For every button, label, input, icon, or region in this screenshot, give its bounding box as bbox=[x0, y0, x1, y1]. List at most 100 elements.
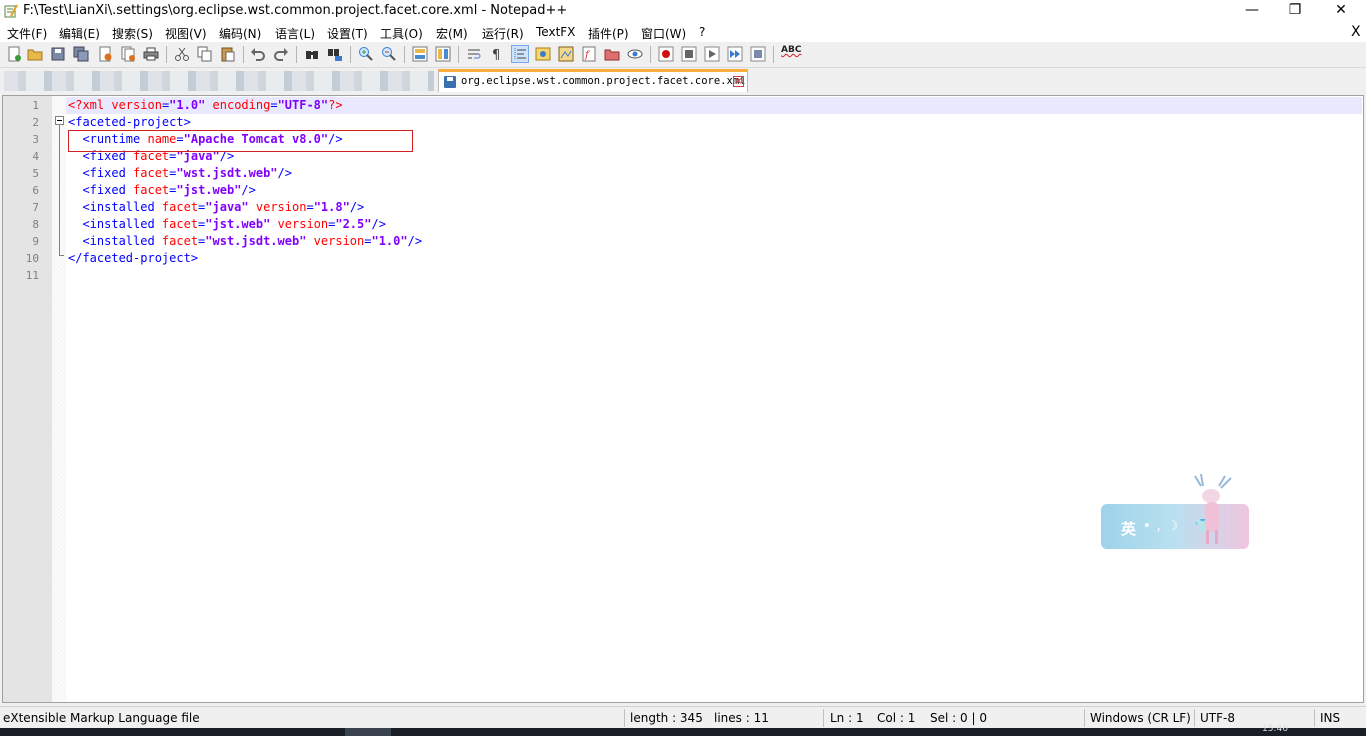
status-selection: Sel : 0 | 0 bbox=[930, 711, 987, 725]
sync-horizontal-icon[interactable] bbox=[435, 46, 451, 62]
code-line[interactable]: <installed facet="jst.web" version="2.5"… bbox=[68, 216, 386, 233]
fold-line bbox=[59, 125, 60, 255]
status-column: Col : 1 bbox=[877, 711, 916, 725]
minimize-button[interactable]: — bbox=[1229, 0, 1275, 22]
function-list-icon[interactable]: f bbox=[581, 46, 597, 62]
menu-encoding[interactable]: 编码(N) bbox=[219, 25, 261, 42]
save-icon[interactable] bbox=[50, 46, 66, 62]
close-document-button[interactable]: X bbox=[1351, 24, 1361, 40]
status-length: length : 345 bbox=[630, 711, 703, 725]
sync-vertical-icon[interactable] bbox=[412, 46, 428, 62]
code-token: facet bbox=[133, 166, 170, 180]
word-wrap-icon[interactable] bbox=[466, 46, 482, 62]
fold-end bbox=[59, 255, 64, 256]
menu-language[interactable]: 语言(L) bbox=[275, 25, 315, 42]
code-line[interactable]: </faceted-project> bbox=[68, 250, 198, 267]
ime-mode-label[interactable]: 英 bbox=[1121, 518, 1136, 539]
code-token: "1.0" bbox=[169, 98, 206, 112]
code-token: facet bbox=[161, 234, 199, 248]
find-icon[interactable] bbox=[304, 46, 320, 62]
toolbar-separator bbox=[650, 46, 651, 63]
blurred-tabs[interactable] bbox=[4, 71, 434, 91]
record-macro-icon[interactable] bbox=[658, 46, 674, 62]
code-line[interactable]: <fixed facet="wst.jsdt.web"/> bbox=[68, 165, 292, 182]
cut-icon[interactable] bbox=[174, 46, 190, 62]
ime-status-widget[interactable]: 英 •,☽ 👕 bbox=[1101, 473, 1249, 549]
restore-button[interactable]: ❐ bbox=[1272, 0, 1318, 22]
toolbar-separator bbox=[458, 46, 459, 63]
tab-active-file[interactable]: org.eclipse.wst.common.project.facet.cor… bbox=[438, 69, 748, 92]
line-number: 5 bbox=[32, 167, 39, 180]
code-token: facet bbox=[161, 200, 199, 214]
code-token: <installed bbox=[68, 200, 162, 214]
toolbar-separator bbox=[350, 46, 351, 63]
user-defined-language-icon[interactable] bbox=[535, 46, 551, 62]
status-encoding[interactable]: UTF-8 bbox=[1200, 711, 1235, 725]
save-macro-icon[interactable] bbox=[750, 46, 766, 62]
print-icon[interactable] bbox=[143, 46, 159, 62]
status-eol-format[interactable]: Windows (CR LF) bbox=[1090, 711, 1191, 725]
show-all-characters-icon[interactable]: ¶ bbox=[489, 46, 505, 62]
toolbar: ¶ f ABC bbox=[0, 42, 1366, 68]
paste-icon[interactable] bbox=[220, 46, 236, 62]
line-number: 2 bbox=[32, 116, 39, 129]
code-token: <installed bbox=[68, 217, 162, 231]
menu-textfx[interactable]: TextFX bbox=[536, 25, 575, 39]
close-file-icon[interactable] bbox=[97, 46, 113, 62]
menu-help[interactable]: ? bbox=[699, 25, 705, 39]
code-token: /> bbox=[277, 166, 292, 180]
tab-label: org.eclipse.wst.common.project.facet.cor… bbox=[461, 75, 746, 87]
zoom-out-icon[interactable] bbox=[381, 46, 397, 62]
replace-icon[interactable] bbox=[327, 46, 343, 62]
menu-tools[interactable]: 工具(O) bbox=[380, 25, 423, 42]
line-number: 8 bbox=[32, 218, 39, 231]
menu-edit[interactable]: 编辑(E) bbox=[59, 25, 100, 42]
tab-close-icon[interactable]: × bbox=[733, 76, 744, 87]
folder-as-workspace-icon[interactable] bbox=[604, 46, 620, 62]
document-map-icon[interactable] bbox=[558, 46, 574, 62]
code-token: "jst.web" bbox=[176, 183, 242, 197]
undo-icon[interactable] bbox=[250, 46, 266, 62]
copy-icon[interactable] bbox=[197, 46, 213, 62]
taskbar-app-button[interactable] bbox=[345, 728, 391, 736]
menu-settings[interactable]: 设置(T) bbox=[327, 25, 368, 42]
menu-macro[interactable]: 宏(M) bbox=[436, 25, 468, 42]
code-line[interactable]: <fixed facet="jst.web"/> bbox=[68, 182, 255, 199]
status-insert-mode[interactable]: INS bbox=[1320, 711, 1340, 725]
code-token: <?xml bbox=[68, 98, 112, 112]
close-window-button[interactable]: ✕ bbox=[1318, 0, 1364, 22]
menu-file[interactable]: 文件(F) bbox=[7, 25, 47, 42]
close-all-icon[interactable] bbox=[120, 46, 136, 62]
line-number: 4 bbox=[32, 150, 39, 163]
stop-recording-icon[interactable] bbox=[681, 46, 697, 62]
code-token: "wst.jsdt.web" bbox=[205, 234, 307, 248]
zoom-in-icon[interactable] bbox=[358, 46, 374, 62]
code-line[interactable]: <?xml version="1.0" encoding="UTF-8"?> bbox=[68, 97, 343, 114]
notepad-plus-plus-icon bbox=[4, 4, 18, 18]
code-token: encoding bbox=[212, 98, 271, 112]
menu-search[interactable]: 搜索(S) bbox=[112, 25, 153, 42]
fold-toggle-icon[interactable] bbox=[55, 116, 64, 125]
menu-run[interactable]: 运行(R) bbox=[482, 25, 524, 42]
save-all-icon[interactable] bbox=[73, 46, 89, 62]
spell-check-icon[interactable]: ABC bbox=[781, 45, 801, 61]
run-macro-multiple-icon[interactable] bbox=[727, 46, 743, 62]
open-file-icon[interactable] bbox=[27, 46, 43, 62]
menu-window[interactable]: 窗口(W) bbox=[641, 25, 686, 42]
code-line[interactable]: <faceted-project> bbox=[68, 114, 191, 131]
taskbar: 15:46 bbox=[0, 724, 1366, 736]
play-macro-icon[interactable] bbox=[704, 46, 720, 62]
indent-guide-icon[interactable] bbox=[511, 45, 529, 63]
text-editor[interactable]: 1 2 3 4 5 6 7 8 9 10 11 <?xml version="1.0" encodi… bbox=[2, 95, 1364, 703]
redo-icon[interactable] bbox=[273, 46, 289, 62]
code-token: "1.8" bbox=[313, 200, 350, 214]
menu-plugins[interactable]: 插件(P) bbox=[588, 25, 629, 42]
code-line[interactable]: <installed facet="java" version="1.8"/> bbox=[68, 199, 364, 216]
code-line[interactable]: <installed facet="wst.jsdt.web" version=… bbox=[68, 233, 422, 250]
menu-view[interactable]: 视图(V) bbox=[165, 25, 207, 42]
new-file-icon[interactable] bbox=[6, 46, 22, 62]
code-token: "2.5" bbox=[335, 217, 372, 231]
monitoring-eye-icon[interactable] bbox=[627, 46, 643, 62]
